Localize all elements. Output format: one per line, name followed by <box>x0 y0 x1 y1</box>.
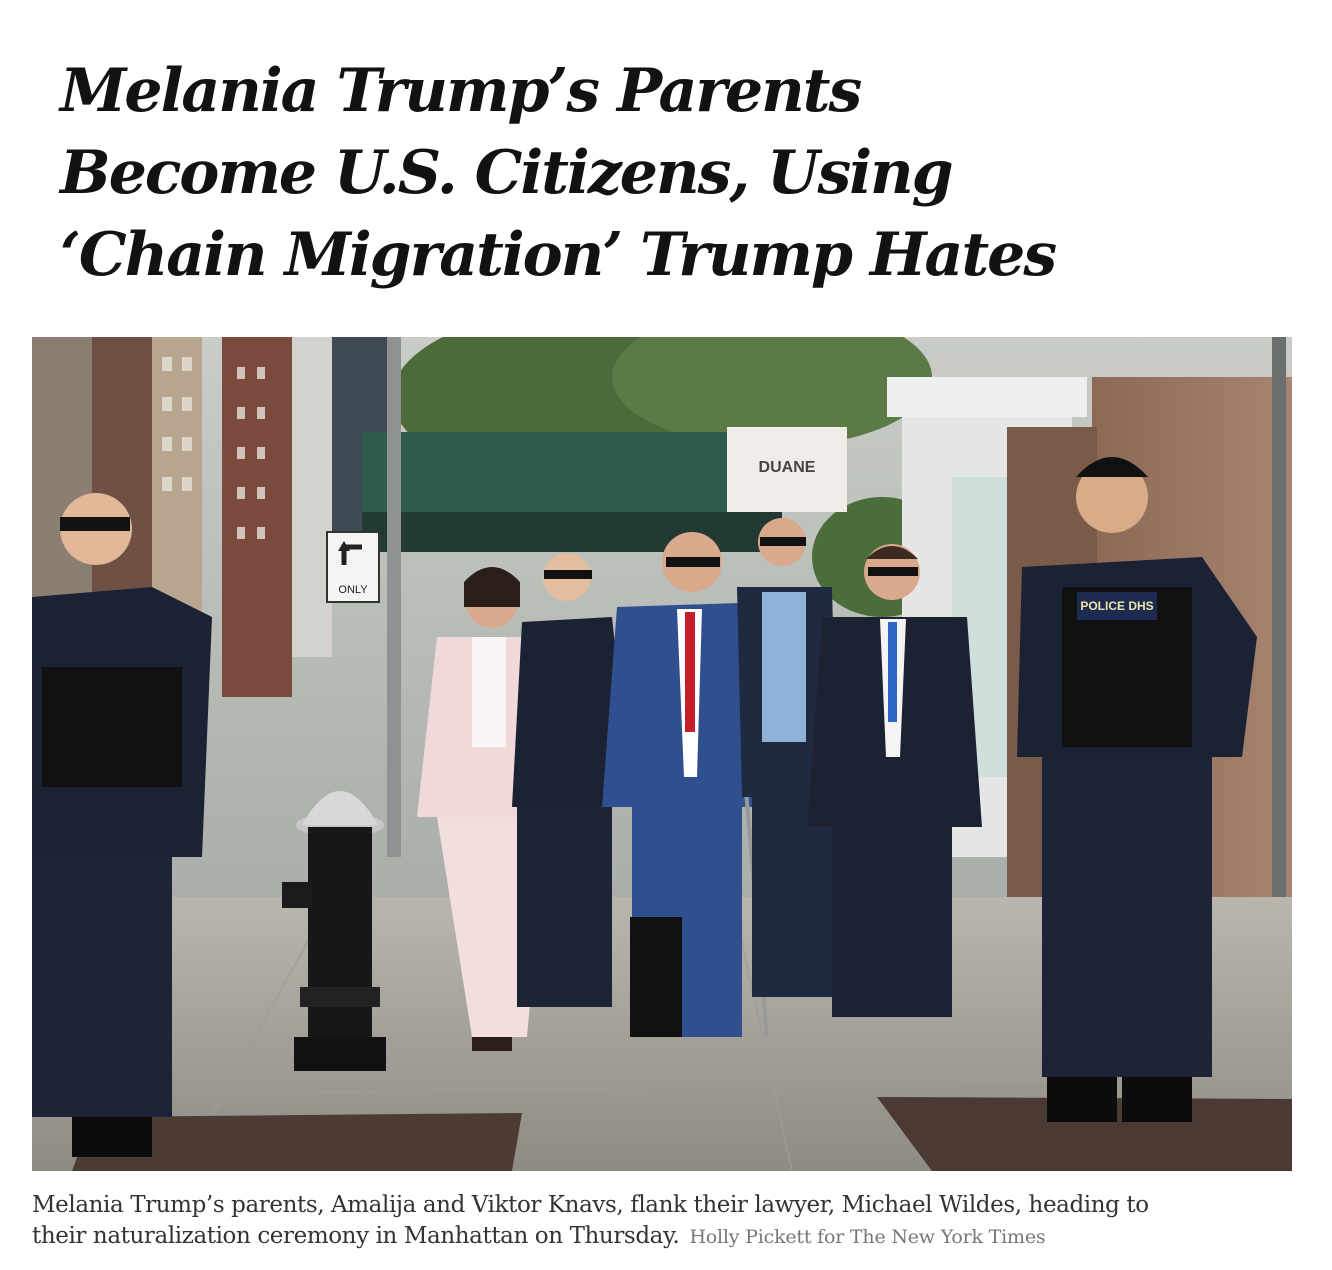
photo-caption: Melania Trump’s parents, Amalija and Vik… <box>32 1190 1302 1253</box>
headline-line-2: Become U.S. Citizens, Using <box>60 138 954 208</box>
photo-illustration: DUANE ONLY POLICE DHS <box>32 337 1292 1171</box>
headline-line-1: Melania Trump’s Parents <box>60 56 862 126</box>
caption-text-line-1: Melania Trump’s parents, Amalija and Vik… <box>32 1192 1149 1218</box>
turn-sign-text: ONLY <box>338 584 368 596</box>
police-badge-text: POLICE DHS <box>1080 599 1153 613</box>
article-photo: DUANE ONLY POLICE DHS <box>32 337 1292 1171</box>
article-page: Melania Trump’s Parents Become U.S. Citi… <box>0 0 1332 1270</box>
caption-text-line-2: their naturalization ceremony in Manhatt… <box>32 1223 680 1249</box>
headline-line-3: ‘Chain Migration’ Trump Hates <box>60 220 1057 290</box>
green-scaffold <box>362 432 782 512</box>
store-sign-text: DUANE <box>759 459 816 476</box>
store-sign: DUANE <box>727 427 847 512</box>
article-headline: Melania Trump’s Parents Become U.S. Citi… <box>60 50 1060 296</box>
photo-credit: Holly Pickett for The New York Times <box>689 1226 1046 1248</box>
